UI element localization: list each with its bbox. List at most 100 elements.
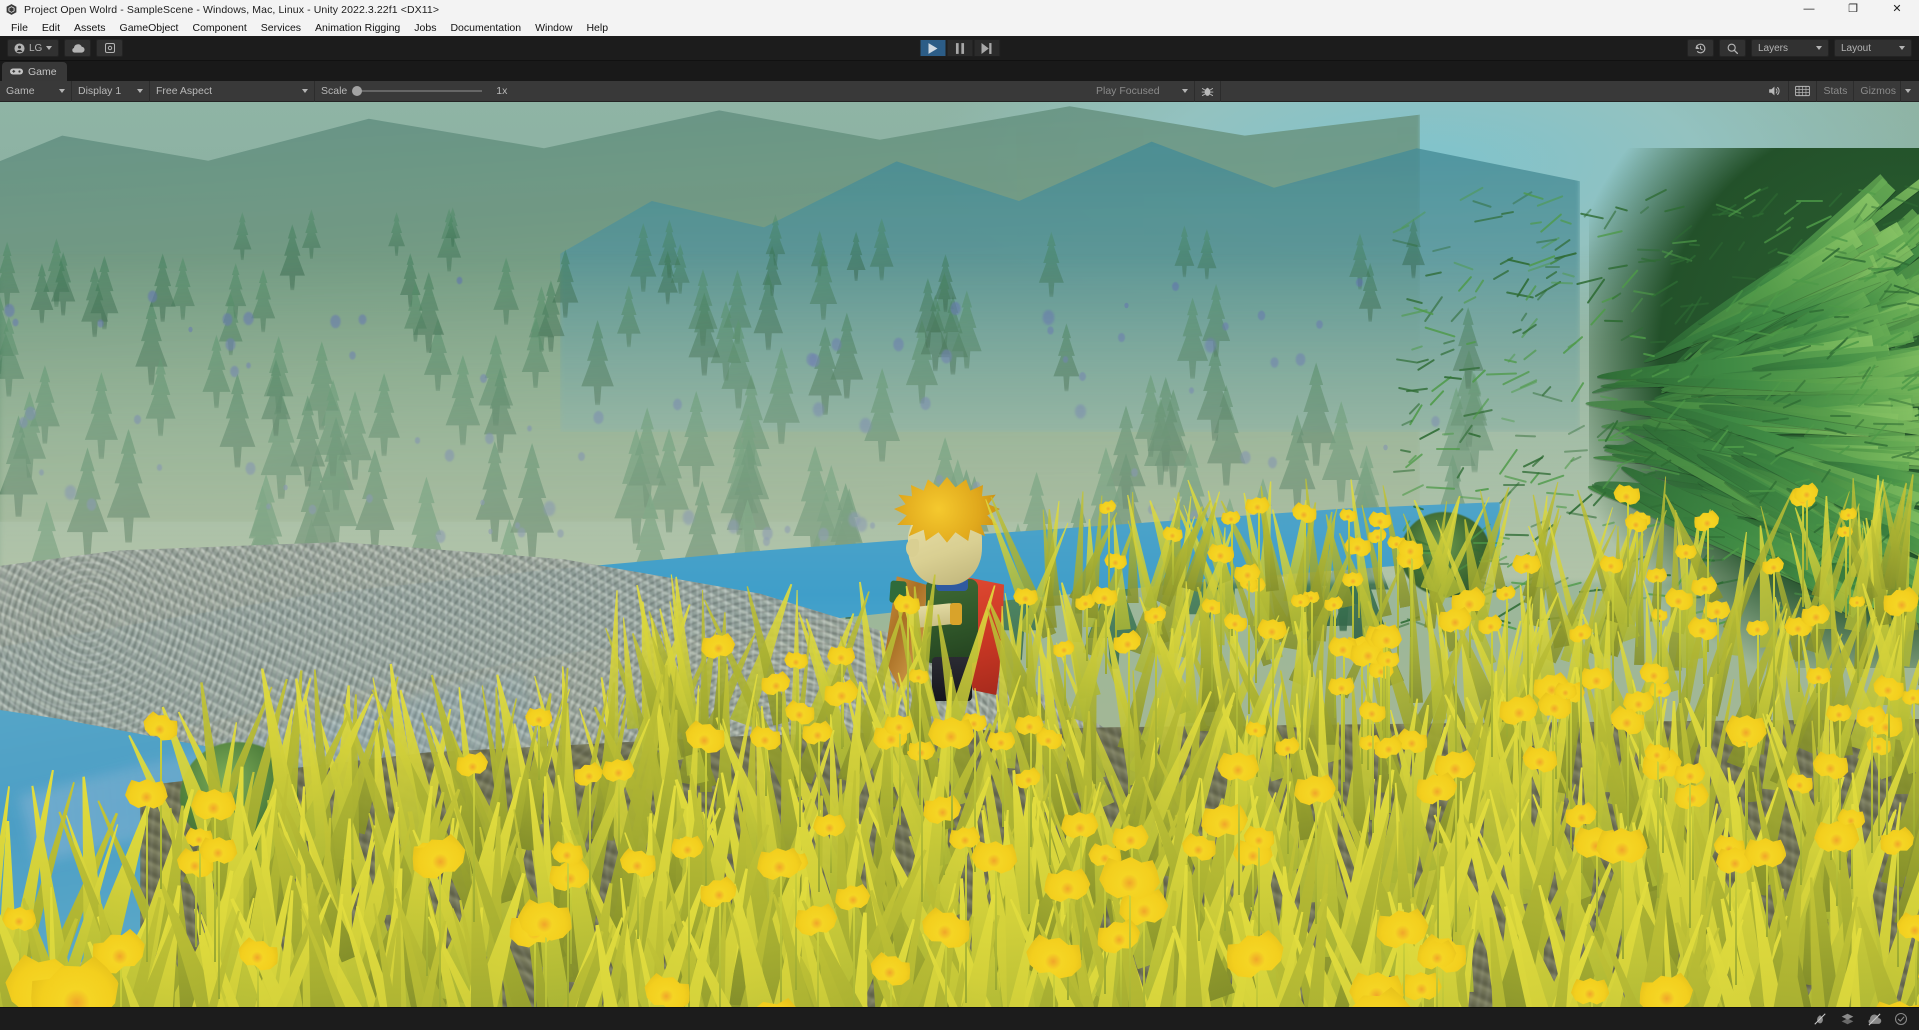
scale-label: Scale bbox=[321, 85, 348, 97]
play-icon bbox=[928, 42, 937, 54]
character-shield-trim bbox=[889, 580, 907, 604]
debug-button[interactable] bbox=[1195, 80, 1221, 102]
toolbar-right-group: Layers Layout bbox=[1687, 39, 1912, 57]
aspect-label: Free Aspect bbox=[156, 85, 213, 97]
step-forward-icon bbox=[981, 42, 992, 54]
chevron-down-icon bbox=[59, 89, 65, 93]
gizmos-button[interactable]: Gizmos bbox=[1854, 81, 1900, 102]
bug-icon bbox=[1201, 87, 1214, 96]
search-button[interactable] bbox=[1719, 39, 1746, 57]
menu-window[interactable]: Window bbox=[528, 19, 579, 36]
pause-icon bbox=[955, 42, 964, 54]
play-button[interactable] bbox=[919, 39, 946, 57]
menu-bar: File Edit Assets GameObject Component Se… bbox=[0, 19, 1919, 36]
chevron-down-icon bbox=[1182, 89, 1188, 93]
game-view-toolbar: Game Display 1 Free Aspect Scale 1x Play… bbox=[0, 80, 1919, 102]
window-title-text: Project Open Wolrd - SampleScene - Windo… bbox=[24, 3, 440, 16]
layout-dropdown[interactable]: Layout bbox=[1834, 39, 1912, 57]
collab-layers-icon[interactable] bbox=[1835, 1009, 1859, 1029]
playmode-controls bbox=[919, 39, 1000, 57]
game-viewport[interactable]: Activate Windows Go to Settings to activ… bbox=[0, 102, 1919, 1007]
play-mode-dropdown[interactable]: Play Focused bbox=[1090, 80, 1195, 102]
character-ear bbox=[906, 539, 919, 557]
window-controls: — ❐ ✕ bbox=[1787, 0, 1919, 19]
unity-logo-icon bbox=[6, 4, 17, 15]
play-mode-label: Play Focused bbox=[1096, 85, 1160, 97]
unity-main-toolbar: LG Layers Layout bbox=[0, 36, 1919, 61]
tab-game[interactable]: Game bbox=[2, 62, 67, 81]
account-label: LG bbox=[29, 42, 43, 54]
speaker-icon bbox=[1769, 86, 1780, 96]
scale-slider[interactable]: Scale 1x bbox=[315, 81, 513, 102]
chevron-down-icon bbox=[1816, 46, 1822, 50]
gizmos-dropdown[interactable] bbox=[1900, 80, 1919, 102]
character-cuff bbox=[950, 603, 962, 625]
maximize-button[interactable]: ❐ bbox=[1831, 0, 1875, 19]
player-character bbox=[880, 477, 1010, 727]
riverside-bush bbox=[180, 742, 298, 852]
game-toolbar-right: Stats Gizmos bbox=[1762, 80, 1919, 102]
chevron-down-icon bbox=[1905, 89, 1911, 93]
menu-jobs[interactable]: Jobs bbox=[407, 19, 443, 36]
cloud-button[interactable] bbox=[64, 39, 92, 57]
stats-label: Stats bbox=[1823, 85, 1848, 97]
stats-button[interactable]: Stats bbox=[1817, 80, 1855, 102]
gizmos-label: Gizmos bbox=[1860, 85, 1896, 97]
character-legs bbox=[932, 657, 972, 701]
menu-animation-rigging[interactable]: Animation Rigging bbox=[308, 19, 407, 36]
status-bar-icons bbox=[1808, 1009, 1913, 1029]
pause-button[interactable] bbox=[946, 39, 973, 57]
display-dropdown[interactable]: Display 1 bbox=[72, 80, 150, 102]
layers-label: Layers bbox=[1758, 42, 1789, 54]
editor-tab-row: Game bbox=[0, 61, 1919, 81]
account-button[interactable]: LG bbox=[7, 39, 60, 57]
scale-slider-knob[interactable] bbox=[352, 86, 363, 96]
cloud-off-icon[interactable] bbox=[1862, 1009, 1886, 1029]
menu-file[interactable]: File bbox=[4, 19, 35, 36]
scale-slider-track[interactable] bbox=[352, 86, 483, 96]
debug-off-icon[interactable] bbox=[1808, 1009, 1832, 1029]
layout-label: Layout bbox=[1841, 42, 1872, 54]
cloud-icon bbox=[72, 43, 85, 53]
aspect-dropdown[interactable]: Free Aspect bbox=[150, 80, 315, 102]
chevron-down-icon bbox=[137, 89, 143, 93]
grid-icon bbox=[1795, 85, 1811, 97]
chevron-down-icon bbox=[1899, 46, 1905, 50]
menu-component[interactable]: Component bbox=[185, 19, 253, 36]
layers-stack-icon bbox=[1841, 1013, 1853, 1025]
search-icon bbox=[1727, 43, 1739, 54]
display-label: Display 1 bbox=[78, 85, 122, 97]
account-icon bbox=[14, 42, 25, 54]
cloud-off-icon bbox=[1867, 1012, 1881, 1026]
game-toolbar-left: Game Display 1 Free Aspect Scale 1x bbox=[0, 80, 513, 102]
menu-edit[interactable]: Edit bbox=[35, 19, 67, 36]
step-button[interactable] bbox=[973, 39, 1000, 57]
menu-documentation[interactable]: Documentation bbox=[443, 19, 528, 36]
services-button[interactable] bbox=[96, 39, 124, 57]
chevron-down-icon bbox=[302, 89, 308, 93]
gamepad-icon bbox=[10, 68, 23, 75]
menu-gameobject[interactable]: GameObject bbox=[113, 19, 186, 36]
bug-off-icon bbox=[1814, 1013, 1826, 1025]
aspect-frame-button[interactable] bbox=[1789, 80, 1818, 102]
toolbar-left-group: LG bbox=[0, 39, 124, 57]
check-circle-icon bbox=[1894, 1012, 1908, 1026]
status-ok-icon[interactable] bbox=[1889, 1009, 1913, 1029]
tab-game-label: Game bbox=[28, 65, 57, 78]
status-bar bbox=[0, 1007, 1919, 1030]
close-button[interactable]: ✕ bbox=[1875, 0, 1919, 19]
menu-assets[interactable]: Assets bbox=[67, 19, 113, 36]
chevron-down-icon bbox=[46, 46, 53, 50]
minimize-button[interactable]: — bbox=[1787, 0, 1831, 19]
scale-value: 1x bbox=[496, 85, 508, 97]
undo-history-icon bbox=[1695, 43, 1706, 53]
layers-dropdown[interactable]: Layers bbox=[1751, 39, 1829, 57]
window-title-bar: Project Open Wolrd - SampleScene - Windo… bbox=[0, 0, 1919, 19]
undo-history-button[interactable] bbox=[1687, 39, 1714, 57]
view-mode-label: Game bbox=[6, 85, 35, 97]
view-mode-dropdown[interactable]: Game bbox=[0, 80, 72, 102]
menu-help[interactable]: Help bbox=[579, 19, 615, 36]
menu-services[interactable]: Services bbox=[254, 19, 308, 36]
foreground-conifer-tree bbox=[1388, 148, 1919, 668]
mute-audio-button[interactable] bbox=[1762, 80, 1790, 102]
